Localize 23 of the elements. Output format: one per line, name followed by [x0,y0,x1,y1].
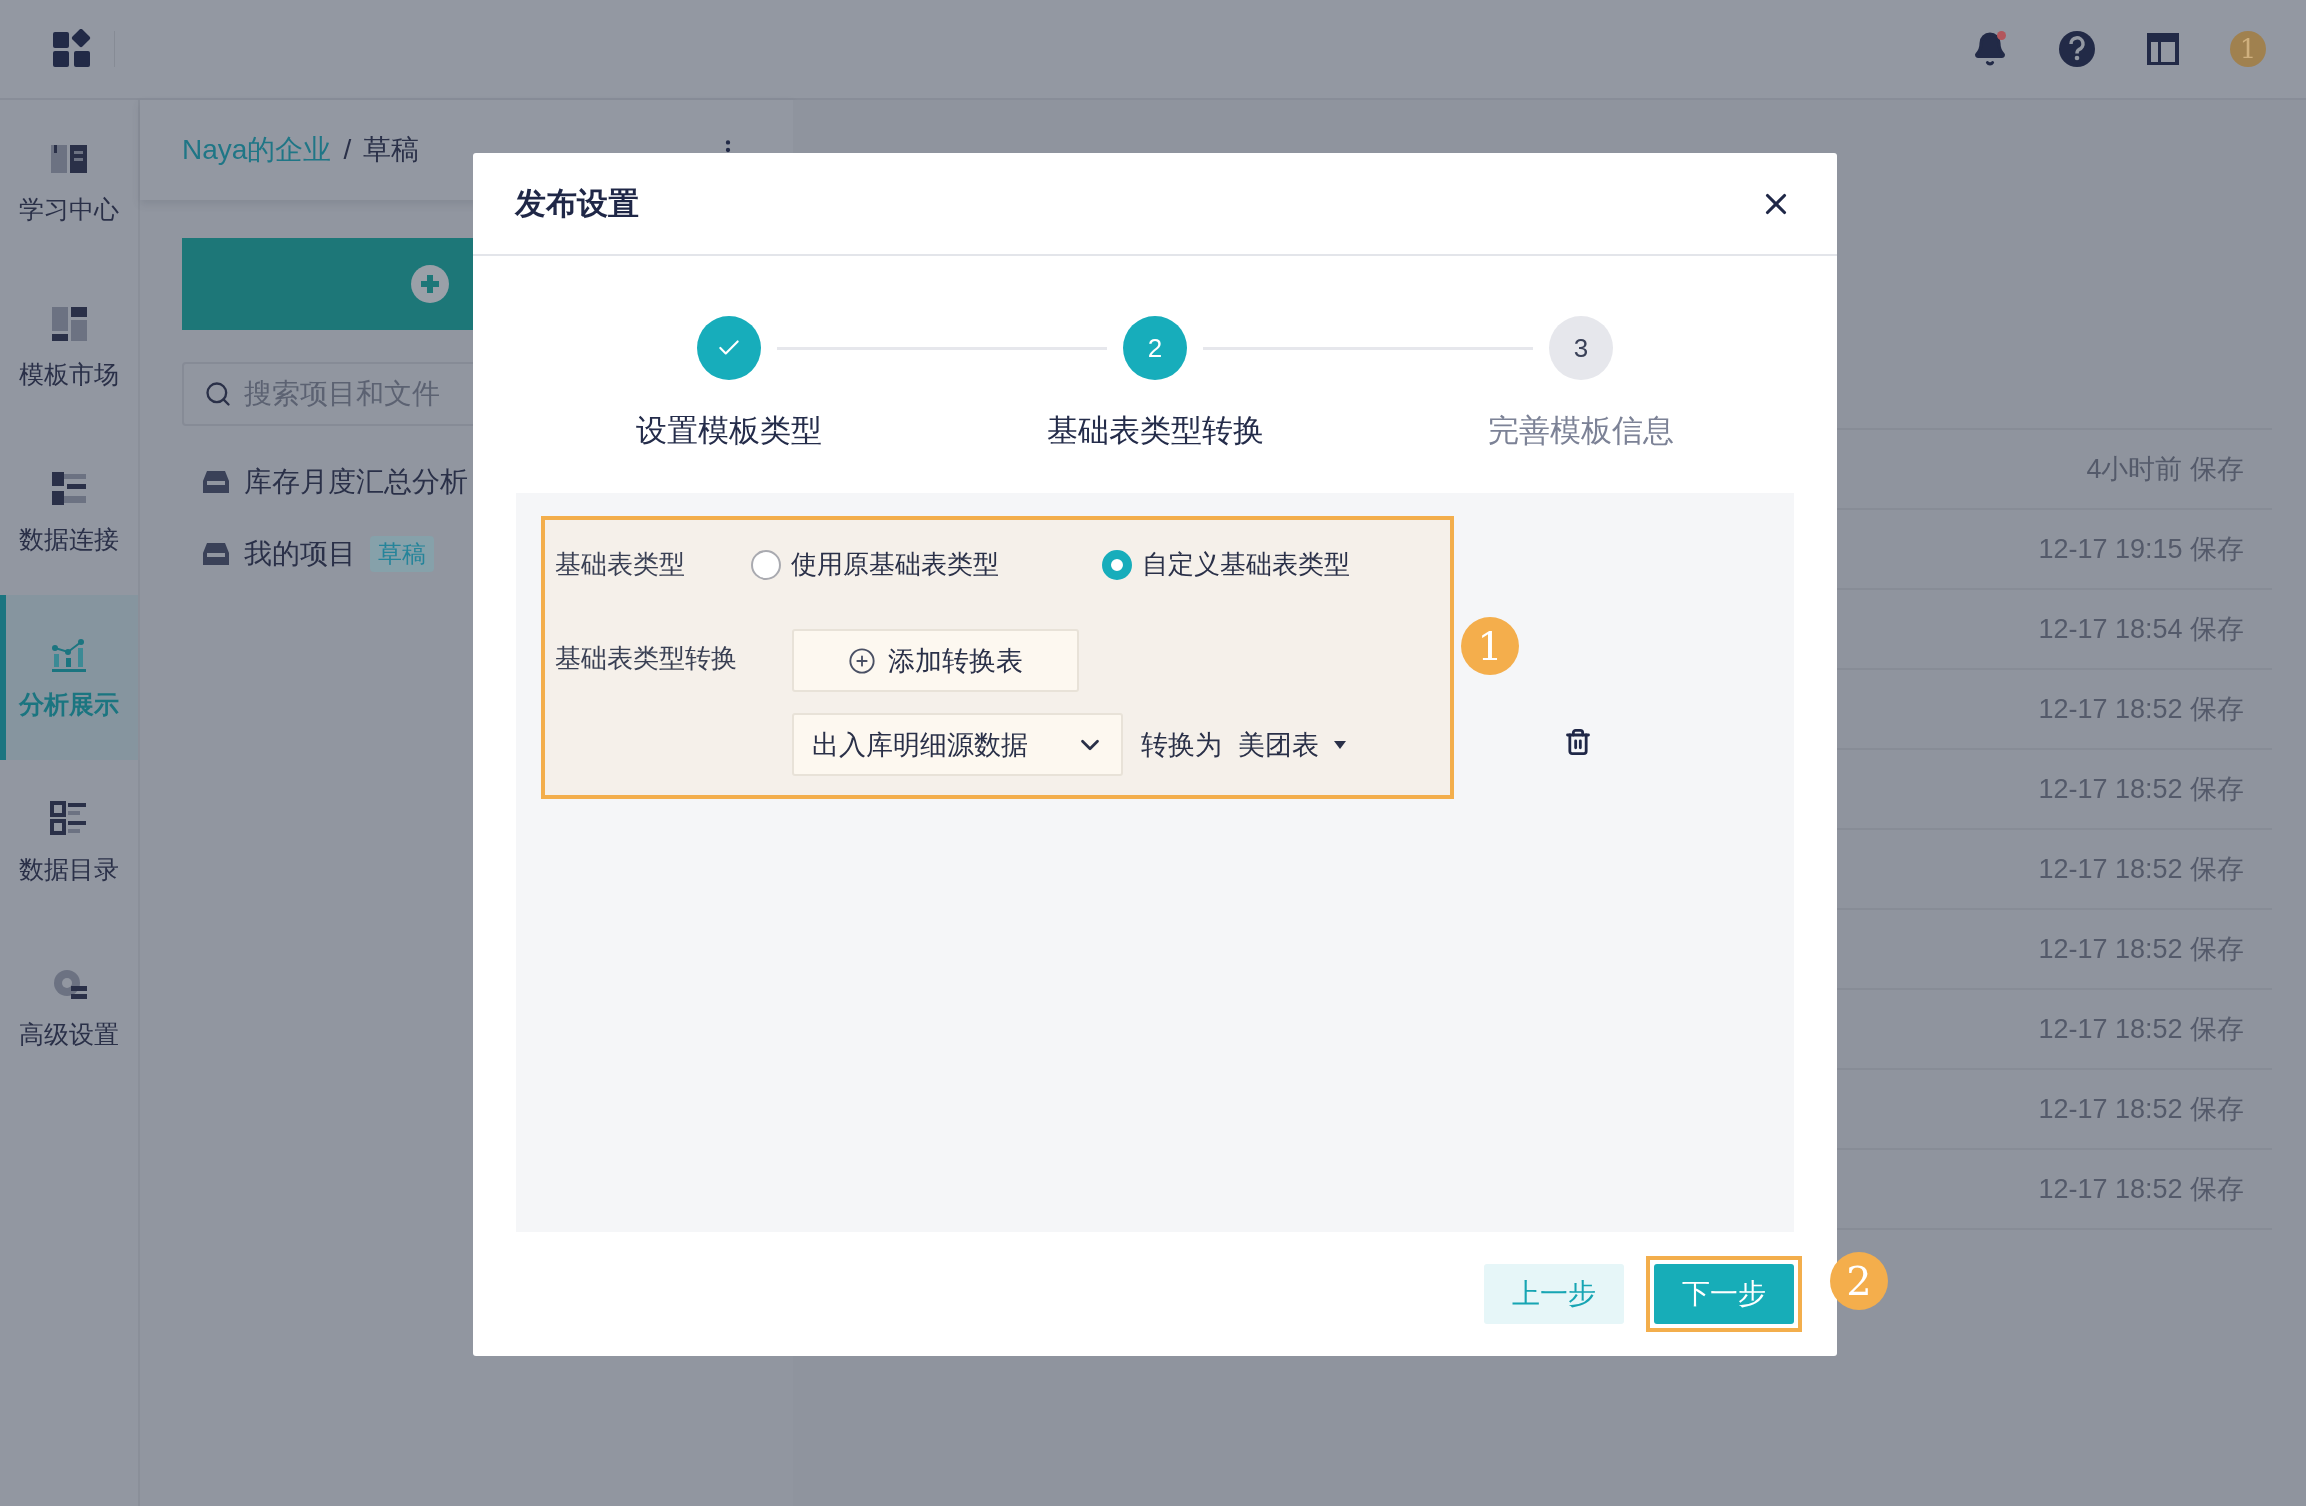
save-time: 12-17 18:52 保存 [2038,933,2244,966]
step-indicator: 2 [1123,316,1187,380]
step-marker: 1 [1461,617,1519,675]
status-tag: 草稿 [370,536,434,572]
save-time: 4小时前 保存 [2086,453,2244,486]
field-label: 基础表类型转换 [555,642,737,675]
save-time: 12-17 18:52 保存 [2038,1093,2244,1126]
breadcrumb-current: 草稿 [363,133,420,167]
save-time: 12-17 18:52 保存 [2038,853,2244,886]
convert-label: 转换为 [1141,728,1222,762]
save-time: 12-17 18:52 保存 [2038,693,2244,726]
save-time: 12-17 18:52 保存 [2038,1173,2244,1206]
save-time: 12-17 19:15 保存 [2038,533,2244,566]
field-label: 基础表类型 [555,548,685,581]
breadcrumb-separator: / [343,134,352,166]
step-label: 基础表类型转换 [1046,412,1264,450]
save-time: 12-17 18:52 保存 [2038,773,2244,806]
save-time: 12-17 18:54 保存 [2038,613,2244,646]
save-time: 12-17 18:52 保存 [2038,1013,2244,1046]
dialog-title: 发布设置 [515,184,640,223]
step-label: 完善模板信息 [1488,412,1674,450]
step-label: 设置模板类型 [636,412,822,450]
step-indicator: 3 [1549,316,1613,380]
